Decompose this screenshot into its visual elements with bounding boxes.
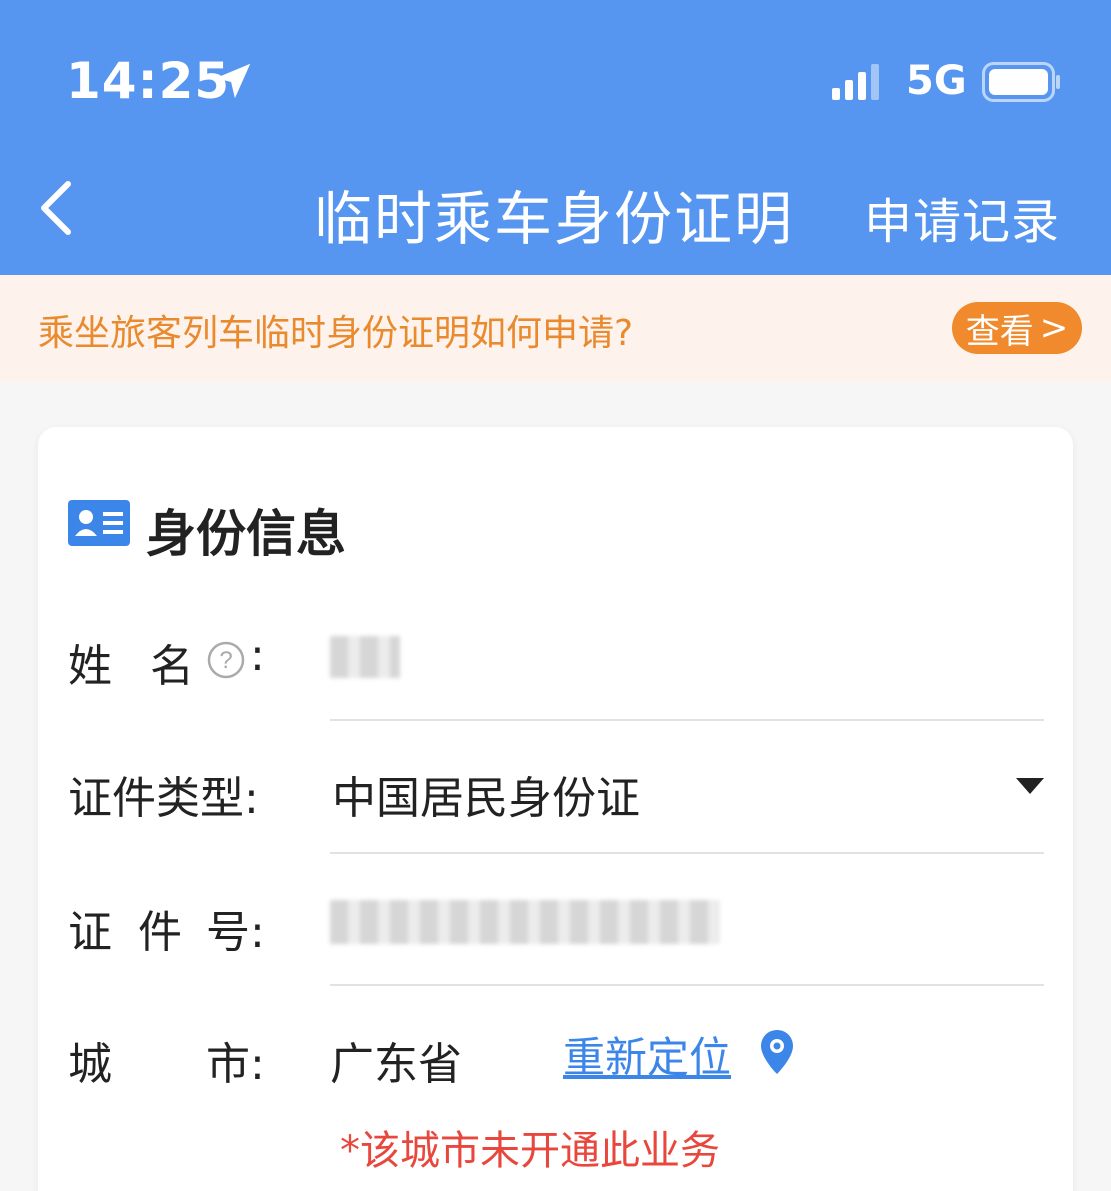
view-button-label: 查看 — [965, 311, 1034, 352]
status-time: 14:25 — [66, 52, 231, 110]
city-value: 广东省 — [330, 1039, 462, 1090]
back-button[interactable] — [30, 176, 86, 240]
id-type-divider — [330, 852, 1044, 854]
id-type-label: 证件类型: — [68, 773, 259, 824]
page-title: 临时乘车身份证明 — [314, 185, 795, 253]
id-card-icon — [68, 500, 130, 546]
notice-text: 乘坐旅客列车临时身份证明如何申请? — [38, 313, 634, 354]
view-button[interactable]: 查看 > — [952, 302, 1082, 354]
chevron-right-icon: > — [1039, 308, 1069, 348]
id-number-label-third-char: 号: — [206, 907, 265, 958]
section-title: 身份信息 — [146, 505, 346, 563]
id-number-label-second-char: 件 — [138, 907, 182, 958]
battery-icon — [982, 62, 1060, 102]
name-colon: : — [250, 630, 265, 681]
city-label-first-char: 城 — [68, 1039, 112, 1090]
city-warning: *该城市未开通此业务 — [340, 1128, 720, 1174]
id-number-value-redacted[interactable] — [330, 900, 720, 944]
id-number-divider — [330, 984, 1044, 986]
name-divider — [330, 719, 1044, 721]
name-value-redacted[interactable] — [330, 636, 400, 678]
relocate-link[interactable]: 重新定位 — [563, 1024, 731, 1085]
location-arrow-icon — [215, 63, 251, 99]
id-type-select[interactable]: 中国居民身份证 — [332, 762, 640, 826]
city-label-second-char: 市: — [206, 1039, 265, 1090]
signal-icon — [832, 64, 879, 100]
svg-text:?: ? — [219, 647, 232, 674]
name-label-second-char: 名 — [150, 641, 194, 692]
caret-down-icon[interactable] — [1016, 778, 1044, 796]
map-pin-icon[interactable] — [758, 1028, 796, 1076]
question-circle-icon[interactable]: ? — [206, 640, 246, 680]
network-type: 5G — [906, 58, 967, 104]
id-number-label-first-char: 证 — [68, 907, 112, 958]
app-header: 14:25 5G 临时乘车身份证明 申请记录 — [0, 0, 1111, 275]
application-records-link[interactable]: 申请记录 — [864, 182, 1060, 252]
name-label-first-char: 姓 — [68, 641, 112, 692]
